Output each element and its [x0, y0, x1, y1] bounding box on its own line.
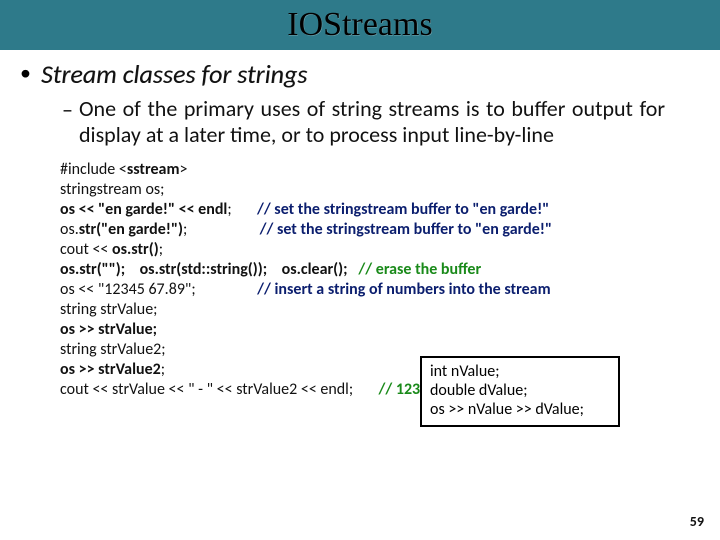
code-bold: os.str(std::string()); — [140, 260, 268, 279]
code-text: cout << — [60, 240, 112, 259]
code-bold: os.str(""); — [60, 260, 125, 279]
level1-bullet-text: Stream classes for strings — [41, 58, 307, 90]
slide-title: IOStreams — [287, 6, 432, 44]
code-text: ; — [227, 200, 231, 219]
code-bold: os >> strValue; — [60, 320, 157, 339]
code-text: ; — [159, 240, 163, 259]
inset-line: os >> nValue >> dValue; — [430, 400, 610, 419]
code-bold: os >> strValue2 — [60, 360, 161, 379]
code-bold: str("en garde!") — [79, 220, 183, 239]
code-comment: // insert a string of numbers into the s… — [257, 280, 550, 299]
inset-line: double dValue; — [430, 381, 610, 400]
code-bold: os.clear(); — [282, 260, 348, 279]
code-text: ; — [183, 220, 187, 239]
inset-code-box: int nValue; double dValue; os >> nValue … — [420, 356, 620, 427]
code-bold: os << "en garde!" << endl — [60, 200, 227, 219]
code-text: #include < — [60, 160, 127, 179]
code-text: os << "12345 67.89"; — [60, 280, 196, 299]
code-comment: // set the stringstream buffer to "en ga… — [260, 220, 552, 239]
code-text: os. — [60, 220, 79, 239]
code-comment-green: // erase the buffer — [358, 260, 481, 279]
level2-bullet-text: One of the primary uses of string stream… — [79, 96, 665, 148]
level1-bullet-row: • Stream classes for strings — [20, 58, 720, 90]
code-text: stringstream os; — [60, 180, 164, 199]
level2-bullet-row: – One of the primary uses of string stre… — [62, 96, 665, 148]
inset-line: int nValue; — [430, 362, 610, 381]
code-bold: os.str() — [112, 240, 159, 259]
code-comment: // set the stringstream buffer to "en ga… — [257, 200, 549, 219]
page-number: 59 — [690, 513, 704, 530]
bullet-dot-icon: • — [20, 58, 31, 88]
code-text: > — [179, 160, 187, 179]
code-text: cout << strValue << " - " << strValue2 <… — [60, 380, 353, 399]
code-keyword: sstream — [127, 160, 180, 179]
code-text: string strValue; — [60, 300, 157, 319]
title-bar: IOStreams — [0, 0, 720, 50]
code-text: ; — [161, 360, 165, 379]
code-text: string strValue2; — [60, 340, 166, 359]
dash-icon: – — [62, 96, 73, 124]
